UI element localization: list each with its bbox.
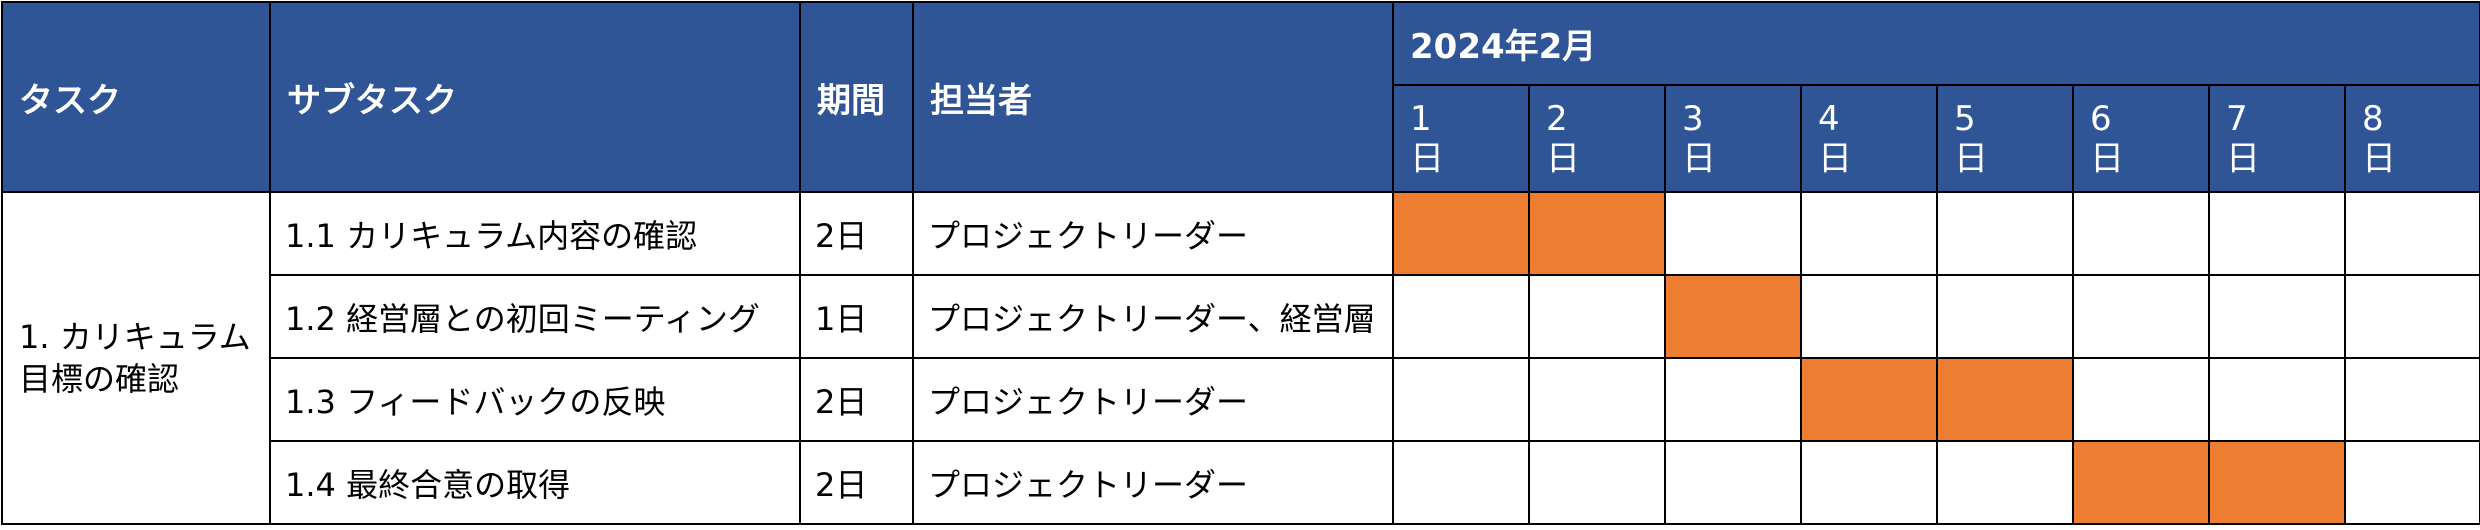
table-row: 1. カリキュラム目標の確認 1.1 カリキュラム内容の確認 2日 プロジェクト… (1, 191, 2480, 525)
gantt-cell (2208, 191, 2346, 276)
table-row: 1.2 経営層との初回ミーティング 1日 プロジェクトリーダー、経営層 (2, 274, 2480, 359)
header-owner: 担当者 (912, 1, 1394, 193)
subtask-cell: 1.1 カリキュラム内容の確認 (269, 191, 801, 276)
day-number: 6 (2090, 98, 2112, 139)
gantt-cell (2343, 440, 2480, 525)
header-duration: 期間 (799, 1, 914, 193)
subtask-cell: 1.3 フィードバックの反映 (269, 357, 801, 442)
task-name-cell: 1. カリキュラム目標の確認 (1, 191, 271, 525)
gantt-cell (1936, 440, 2074, 525)
gantt-cell (1528, 357, 1666, 442)
gantt-cell (2343, 274, 2480, 359)
gantt-bar-cell (1936, 357, 2074, 442)
gantt-bar-cell (1392, 191, 1530, 276)
duration-cell: 2日 (799, 440, 914, 525)
duration-cell: 2日 (799, 357, 914, 442)
day-unit: 日 (1954, 138, 1988, 179)
gantt-cell (1664, 440, 1802, 525)
day-number: 7 (2226, 98, 2248, 139)
header-month: 2024年2月 (1391, 1, 2480, 86)
gantt-cell (2072, 191, 2210, 276)
day-unit: 日 (1410, 138, 1444, 179)
table-row: 1.3 フィードバックの反映 2日 プロジェクトリーダー (2, 357, 2480, 442)
day-unit: 日 (2226, 138, 2260, 179)
owner-cell: プロジェクトリーダー (912, 440, 1394, 525)
day-number: 3 (1682, 98, 1704, 139)
day-number: 4 (1818, 98, 1840, 139)
owner-cell: プロジェクトリーダー (912, 357, 1394, 442)
gantt-cell (1800, 191, 1938, 276)
table-row: 1.4 最終合意の取得 2日 プロジェクトリーダー (2, 440, 2480, 525)
gantt-cell (2343, 357, 2480, 442)
gantt-cell (1664, 357, 1802, 442)
subtask-cell: 1.2 経営層との初回ミーティング (269, 274, 801, 359)
gantt-cell (1392, 357, 1530, 442)
gantt-cell (2208, 357, 2346, 442)
gantt-bar-cell (1528, 191, 1666, 276)
gantt-cell (2072, 274, 2210, 359)
header-day-8: 8日 (2343, 84, 2480, 193)
header-day-4: 4日 (1800, 84, 1938, 193)
owner-cell: プロジェクトリーダー、経営層 (912, 274, 1394, 359)
gantt-cell (1392, 440, 1530, 525)
gantt-cell (2072, 357, 2210, 442)
gantt-cell (1392, 274, 1530, 359)
gantt-cell (1664, 191, 1802, 276)
duration-cell: 1日 (799, 274, 914, 359)
day-number: 5 (1954, 98, 1976, 139)
gantt-cell (1800, 274, 1938, 359)
gantt-cell (2208, 274, 2346, 359)
gantt-cell (1528, 440, 1666, 525)
day-number: 2 (1546, 98, 1568, 139)
header-task: タスク (1, 1, 271, 193)
day-unit: 日 (1546, 138, 1580, 179)
header-day-5: 5日 (1936, 84, 2074, 193)
gantt-bar-cell (1664, 274, 1802, 359)
gantt-cell (1936, 274, 2074, 359)
duration-cell: 2日 (799, 191, 914, 276)
gantt-bar-cell (2072, 440, 2210, 525)
header-row-top: タスク サブタスク 期間 担当者 2024年2月 (1, 1, 2480, 193)
header-day-7: 7日 (2208, 84, 2346, 193)
header-day-2: 2日 (1528, 84, 1666, 193)
gantt-table: タスク サブタスク 期間 担当者 2024年2月 1日 2日 3日 4日 5日 … (1, 1, 2480, 525)
gantt-cell (1528, 274, 1666, 359)
gantt-cell (1800, 440, 1938, 525)
header-day-1: 1日 (1392, 84, 1530, 193)
subtask-cell: 1.4 最終合意の取得 (269, 440, 801, 525)
day-unit: 日 (1682, 138, 1716, 179)
day-number: 1 (1410, 98, 1432, 139)
day-unit: 日 (1818, 138, 1852, 179)
gantt-bar-cell (1800, 357, 1938, 442)
day-unit: 日 (2362, 138, 2396, 179)
day-unit: 日 (2090, 138, 2124, 179)
day-number: 8 (2362, 98, 2384, 139)
gantt-cell (2343, 191, 2480, 276)
gantt-cell (1936, 191, 2074, 276)
header-day-3: 3日 (1664, 84, 1802, 193)
gantt-bar-cell (2208, 440, 2346, 525)
header-subtask: サブタスク (269, 1, 801, 193)
owner-cell: プロジェクトリーダー (912, 191, 1394, 276)
header-day-6: 6日 (2072, 84, 2210, 193)
